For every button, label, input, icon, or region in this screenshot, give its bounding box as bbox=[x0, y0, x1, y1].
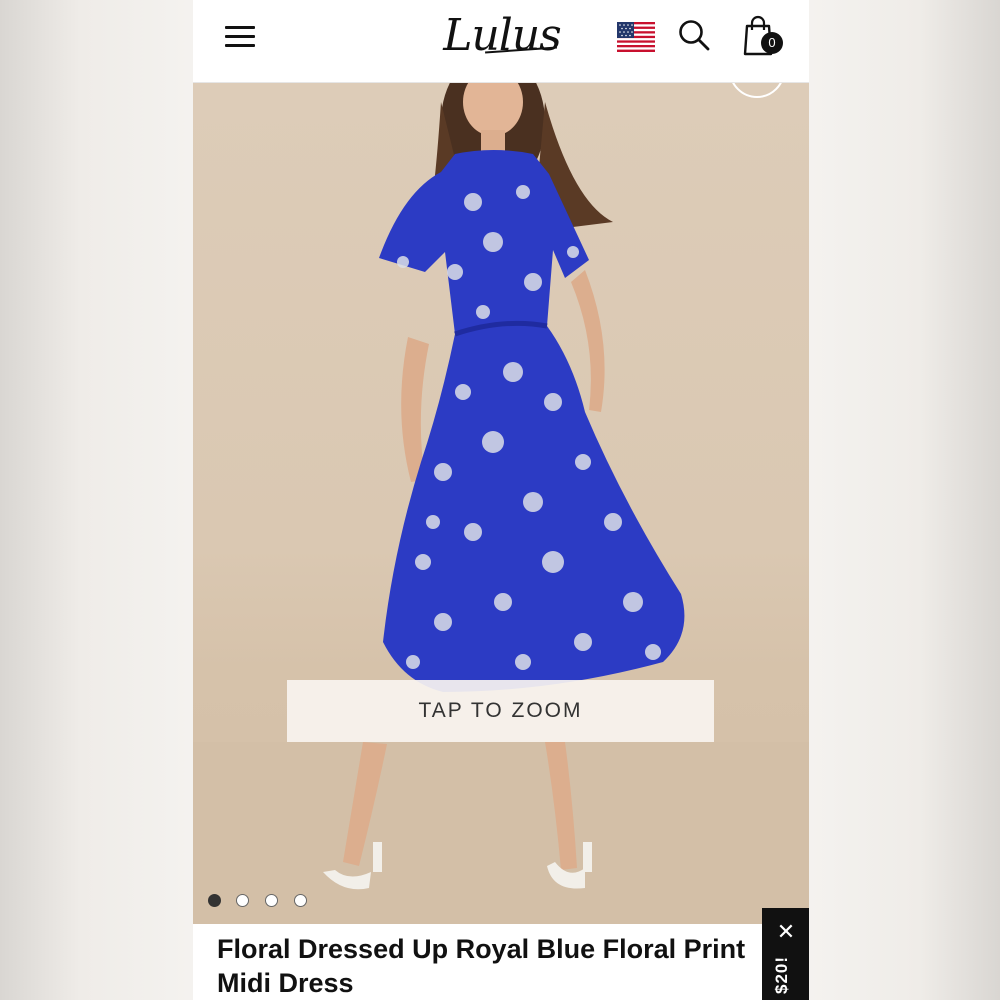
site-logo[interactable]: Lulus bbox=[437, 6, 567, 66]
close-icon[interactable]: ✕ bbox=[776, 921, 796, 943]
site-header: Lulus 0 bbox=[193, 0, 809, 83]
product-title: Floral Dressed Up Royal Blue Floral Prin… bbox=[217, 934, 746, 998]
product-image-gallery[interactable]: TAP TO ZOOM bbox=[193, 82, 809, 924]
us-flag-icon[interactable] bbox=[617, 22, 655, 52]
tap-to-zoom-button[interactable]: TAP TO ZOOM bbox=[287, 680, 714, 742]
search-icon[interactable] bbox=[677, 18, 711, 52]
product-photo bbox=[193, 82, 809, 924]
pagination-dot-4[interactable] bbox=[294, 894, 307, 907]
cart-count-badge: 0 bbox=[761, 32, 783, 54]
promo-tab[interactable]: ✕ $20! bbox=[762, 908, 809, 1000]
pagination-dot-3[interactable] bbox=[265, 894, 278, 907]
pagination-dot-1[interactable] bbox=[208, 894, 221, 907]
pagination-dot-2[interactable] bbox=[236, 894, 249, 907]
mobile-page: Lulus 0 TAP TO ZOOM Floral Dressed Up Ro… bbox=[193, 0, 809, 1000]
menu-button[interactable] bbox=[223, 22, 257, 50]
promo-label: $20! bbox=[772, 955, 791, 994]
